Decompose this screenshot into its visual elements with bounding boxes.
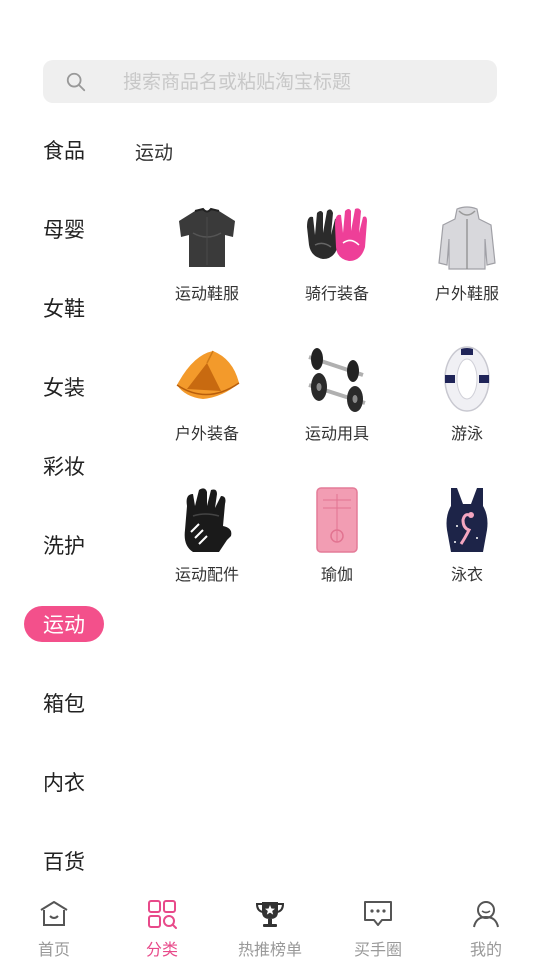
category-icon bbox=[148, 900, 177, 929]
subcategory-label: 户外装备 bbox=[174, 424, 239, 443]
dumbbell-icon bbox=[308, 348, 366, 412]
subcategory-label: 运动配件 bbox=[174, 565, 239, 584]
cycling-gloves-icon bbox=[307, 208, 367, 261]
tab-label: 分类 bbox=[145, 940, 178, 959]
sidebar-item-general-goods[interactable]: 百货 bbox=[24, 843, 104, 879]
subcategory-label: 游泳 bbox=[450, 424, 483, 443]
compression-shirt-icon bbox=[179, 207, 235, 267]
search-input[interactable] bbox=[123, 60, 483, 103]
training-glove-icon bbox=[184, 488, 232, 552]
sidebar-item-bags[interactable]: 箱包 bbox=[24, 685, 104, 721]
subcategory-outdoor-apparel[interactable]: 户外鞋服 bbox=[402, 205, 532, 325]
sidebar-item-food[interactable]: 食品 bbox=[24, 132, 104, 168]
tab-category[interactable]: 分类 bbox=[108, 890, 216, 960]
sidebar-item-womens-shoes[interactable]: 女鞋 bbox=[24, 290, 104, 326]
subcategory-swimming[interactable]: 游泳 bbox=[402, 345, 532, 465]
sidebar-item-baby[interactable]: 母婴 bbox=[24, 211, 104, 247]
section-title: 运动 bbox=[135, 142, 174, 164]
subcategory-yoga[interactable]: 瑜伽 bbox=[272, 486, 402, 606]
tent-icon bbox=[176, 350, 240, 399]
subcategory-label: 泳衣 bbox=[450, 565, 483, 584]
subcategory-sportswear[interactable]: 运动鞋服 bbox=[142, 205, 272, 325]
yoga-mat-icon bbox=[316, 487, 358, 553]
sidebar-item-personal-care[interactable]: 洗护 bbox=[24, 527, 104, 563]
subcategory-label: 运动用具 bbox=[304, 424, 369, 443]
swim-ring-icon bbox=[444, 346, 490, 412]
search-bar[interactable] bbox=[43, 60, 497, 103]
tab-label: 我的 bbox=[469, 940, 502, 959]
subcategory-label: 瑜伽 bbox=[320, 565, 353, 584]
tab-buyer-circle[interactable]: 买手圈 bbox=[324, 890, 432, 960]
chat-icon bbox=[364, 901, 392, 926]
subcategory-cycling-gear[interactable]: 骑行装备 bbox=[272, 205, 402, 325]
sidebar-item-makeup[interactable]: 彩妆 bbox=[24, 448, 104, 484]
tab-home[interactable]: 首页 bbox=[0, 890, 108, 960]
tab-label: 首页 bbox=[37, 940, 70, 959]
tab-label: 买手圈 bbox=[353, 940, 402, 959]
tab-mine[interactable]: 我的 bbox=[432, 890, 540, 960]
sidebar-item-sports[interactable]: 运动 bbox=[24, 606, 104, 642]
subcategory-swimwear[interactable]: 泳衣 bbox=[402, 486, 532, 606]
sidebar-item-underwear[interactable]: 内衣 bbox=[24, 764, 104, 800]
tab-label: 热推榜单 bbox=[237, 940, 302, 959]
subcategory-label: 骑行装备 bbox=[304, 284, 369, 303]
subcategory-sports-accessories[interactable]: 运动配件 bbox=[142, 486, 272, 606]
user-icon bbox=[473, 901, 499, 928]
sidebar-item-womens-clothing[interactable]: 女装 bbox=[24, 369, 104, 405]
swimsuit-icon bbox=[446, 488, 488, 552]
bottom-tab-bar: 首页 分类 热推榜单 买手圈 我的 bbox=[0, 890, 540, 960]
search-icon bbox=[66, 72, 86, 92]
subcategory-label: 运动鞋服 bbox=[174, 284, 239, 303]
trophy-icon bbox=[255, 902, 285, 927]
subcategory-sports-equipment[interactable]: 运动用具 bbox=[272, 345, 402, 465]
home-icon bbox=[40, 901, 68, 926]
outdoor-jacket-icon bbox=[438, 206, 496, 270]
subcategory-outdoor-equipment[interactable]: 户外装备 bbox=[142, 345, 272, 465]
tab-hot-ranking[interactable]: 热推榜单 bbox=[216, 890, 324, 960]
subcategory-label: 户外鞋服 bbox=[434, 284, 499, 303]
